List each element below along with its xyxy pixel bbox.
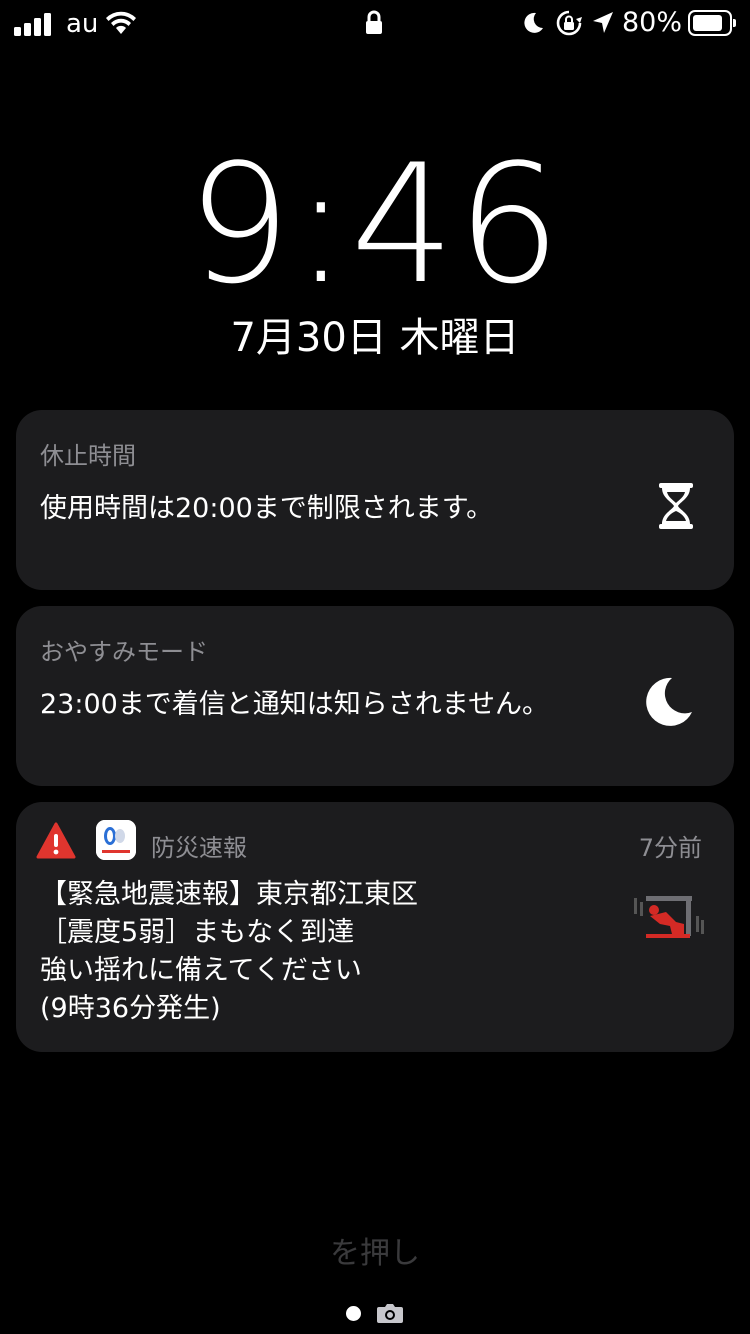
battery-percentage: 80%: [622, 7, 683, 38]
notification-title: おやすみモード: [40, 638, 208, 666]
notification-title: 休止時間: [40, 442, 136, 470]
lock-screen-date: 7月30日 木曜日: [230, 315, 520, 361]
notification-timestamp: 7分前: [638, 834, 702, 862]
status-bar: au 80%: [0, 0, 750, 50]
notification-do-not-disturb[interactable]: おやすみモード 23:00まで着信と通知は知らされません。: [16, 606, 734, 786]
notification-body: 23:00まで着信と通知は知らされません。: [40, 689, 549, 720]
notification-app-name: 防災速報: [151, 834, 247, 862]
lock-screen-time: 9:46: [186, 129, 564, 320]
hourglass-icon: [659, 483, 693, 529]
battery-icon: [688, 10, 736, 36]
notification-disaster-alert[interactable]: 防災速報 7分前 【緊急地震速報】東京都江東区 ［震度5弱］まもなく到達 強い揺…: [16, 802, 734, 1052]
notification-body: 使用時間は20:00まで制限されます。: [40, 493, 494, 524]
wifi-icon: [106, 11, 136, 34]
location-arrow-icon: [593, 12, 613, 33]
do-not-disturb-moon-icon: [524, 12, 543, 33]
page-indicator: [0, 1302, 750, 1326]
carrier-label: au: [66, 9, 99, 39]
yahoo-bousai-app-icon: [96, 820, 136, 860]
lock-icon: [366, 10, 382, 34]
alert-line: ［震度5弱］まもなく到達: [40, 917, 355, 948]
camera-icon[interactable]: [376, 1302, 404, 1324]
alert-line: 【緊急地震速報】東京都江東区: [40, 879, 418, 910]
notification-body: 【緊急地震速報】東京都江東区 ［震度5弱］まもなく到達 強い揺れに備えてください…: [40, 876, 418, 1028]
warning-icon: [36, 822, 76, 859]
alert-line: 強い揺れに備えてください: [40, 955, 362, 986]
notification-downtime[interactable]: 休止時間 使用時間は20:00まで制限されます。: [16, 410, 734, 590]
rotation-lock-icon: [556, 10, 582, 36]
signal-icon: [14, 12, 54, 36]
unlock-hint: を押し: [330, 1236, 420, 1271]
earthquake-take-cover-icon: [634, 896, 704, 938]
moon-icon: [646, 677, 692, 726]
page-dot-icon: [346, 1306, 361, 1321]
alert-line: (9時36分発生): [40, 993, 221, 1024]
